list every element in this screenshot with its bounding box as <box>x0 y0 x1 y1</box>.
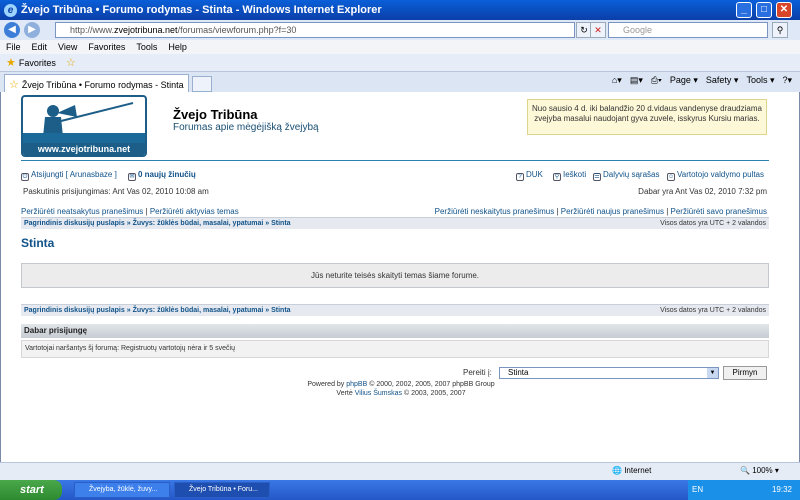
address-toolbar: ◀ ▶ http://www.zvejotribuna.net/forumas/… <box>0 20 800 40</box>
members-link[interactable]: ☰ Dalyvių sąrašas <box>593 170 659 181</box>
messages-link[interactable]: ✉ 0 naujų žinučių <box>128 170 196 181</box>
logo-wave <box>23 133 145 143</box>
favicon-icon: ☆ <box>9 79 19 91</box>
faq-link[interactable]: ? DUK <box>516 170 543 181</box>
search-input[interactable]: Google <box>608 22 768 38</box>
ucp-link[interactable]: ☺ Vartotojo valdymo pultas <box>667 170 764 181</box>
menu-edit[interactable]: Edit <box>32 42 48 52</box>
translator-link[interactable]: Vilius Šumskas <box>355 390 402 397</box>
breadcrumb-category[interactable]: Žuvys: žūklės būdai, masalai, ypatumai <box>133 220 264 227</box>
menu-file[interactable]: File <box>6 42 21 52</box>
language-indicator[interactable]: EN <box>692 485 703 494</box>
powered-by-text: Powered by phpBB © 2000, 2002, 2005, 200… <box>307 381 495 388</box>
system-tray: EN 19:32 <box>688 480 800 500</box>
status-bar: 🌐 Internet 🔍 100% ▾ <box>0 462 800 480</box>
site-title: Žvejo Tribūna <box>173 107 258 122</box>
taskbar-item-2[interactable]: Žvejo Tribūna • Foru... <box>174 482 270 498</box>
search-icon[interactable]: ⚲ <box>772 22 788 38</box>
new-tab-button[interactable] <box>192 76 212 92</box>
close-button[interactable]: ✕ <box>776 2 792 18</box>
maximize-button[interactable]: □ <box>756 2 772 18</box>
menu-view[interactable]: View <box>58 42 77 52</box>
forum-jump-select[interactable]: Stinta ▼ <box>499 367 719 379</box>
zoom-level[interactable]: 🔍 100% ▾ <box>740 466 779 475</box>
breadcrumb-forum[interactable]: Stinta <box>271 220 290 227</box>
ucp-icon: ☺ <box>667 173 675 181</box>
safety-menu[interactable]: Safety ▾ <box>706 75 739 86</box>
online-users-text: Vartotojai naršantys šį forumą: Registru… <box>21 340 769 358</box>
breadcrumb: Pagrindinis diskusijų puslapis » Žuvys: … <box>21 217 769 229</box>
breadcrumb-bottom: Pagrindinis diskusijų puslapis » Žuvys: … <box>21 304 769 316</box>
last-login-text: Paskutinis prisijungimas: Ant Vas 02, 20… <box>23 187 209 196</box>
phpbb-link[interactable]: phpBB <box>346 381 367 388</box>
menu-favorites[interactable]: Favorites <box>88 42 125 52</box>
tab-title: Žvejo Tribūna • Forumo rodymas - Stinta <box>21 80 184 90</box>
forum-title[interactable]: Stinta <box>21 236 54 250</box>
add-favorite-icon[interactable]: ☆ <box>66 56 76 69</box>
chevron-down-icon[interactable]: ▼ <box>707 368 718 378</box>
new-posts-link[interactable]: Peržiūrėti naujus pranešimus <box>561 207 664 216</box>
help-icon[interactable]: ?▾ <box>782 75 792 86</box>
left-links: Peržiūrėti neatsakytus pranešimus | Perž… <box>21 207 239 216</box>
breadcrumb-category[interactable]: Žuvys: žūklės būdai, masalai, ypatumai <box>133 307 264 314</box>
message-icon: ✉ <box>128 173 136 181</box>
tab-active[interactable]: ☆ Žvejo Tribūna • Forumo rodymas - Stinta <box>4 74 189 92</box>
minimize-button[interactable]: _ <box>736 2 752 18</box>
timezone-text: Visos datos yra UTC + 2 valandos <box>660 220 766 227</box>
unanswered-link[interactable]: Peržiūrėti neatsakytus pranešimus <box>21 207 143 216</box>
home-icon[interactable]: ⌂▾ <box>612 75 622 86</box>
security-zone[interactable]: 🌐 Internet <box>612 466 651 475</box>
active-topics-link[interactable]: Peržiūrėti aktyvias temas <box>150 207 239 216</box>
breadcrumb-home[interactable]: Pagrindinis diskusijų puslapis <box>24 220 125 227</box>
window-title-bar: e Žvejo Tribūna • Forumo rodymas - Stint… <box>0 0 800 20</box>
page-menu[interactable]: Page ▾ <box>670 75 698 86</box>
favorites-star-icon[interactable]: ★ <box>6 56 16 69</box>
logout-link[interactable]: ⏻ Atsijungti [ Arunasbaze ] <box>21 170 117 181</box>
logo-url: www.zvejotribuna.net <box>23 143 145 155</box>
taskbar-item-1[interactable]: Žvejyba, žūklė, žuvy... <box>74 482 170 498</box>
menu-bar: File Edit View Favorites Tools Help <box>0 40 800 54</box>
start-button[interactable]: start <box>0 480 62 500</box>
tools-menu[interactable]: Tools ▾ <box>746 75 774 86</box>
tab-bar: ☆ Žvejo Tribūna • Forumo rodymas - Stinta… <box>0 72 800 92</box>
notice-box: Nuo sausio 4 d. iki balandžio 20 d.vidau… <box>527 99 767 135</box>
search-link[interactable]: ⚲ Ieškoti <box>553 170 586 181</box>
right-links: Peržiūrėti neskaitytus pranešimus | Perž… <box>434 207 767 216</box>
page-content: www.zvejotribuna.net Žvejo Tribūna Forum… <box>0 92 800 462</box>
online-header: Dabar prisijungę <box>21 324 769 338</box>
members-icon: ☰ <box>593 173 601 181</box>
own-posts-link[interactable]: Peržiūrėti savo pranešimus <box>671 207 767 216</box>
site-logo[interactable]: www.zvejotribuna.net <box>21 95 147 157</box>
current-time-text: Dabar yra Ant Vas 02, 2010 7:32 pm <box>638 187 767 196</box>
breadcrumb-home[interactable]: Pagrindinis diskusijų puslapis <box>24 307 125 314</box>
breadcrumb-forum[interactable]: Stinta <box>271 307 290 314</box>
clock: 19:32 <box>771 485 792 494</box>
favorites-bar: ★ Favorites ☆ <box>0 54 800 72</box>
stop-button[interactable]: ✕ <box>590 22 606 38</box>
site-description: Forumas apie mėgėjišką žvejybą <box>173 122 319 133</box>
header-divider <box>21 160 769 161</box>
jump-label: Pereiti į: <box>463 368 492 377</box>
search-icon: ⚲ <box>553 173 561 181</box>
back-button[interactable]: ◀ <box>4 22 20 38</box>
taskbar: start Žvejyba, žūklė, žuvy... Žvejo Trib… <box>0 480 800 500</box>
jump-go-button[interactable]: Pirmyn <box>723 366 767 380</box>
translation-credit: Vertė Vilius Šumskas © 2003, 2005, 2007 <box>336 390 466 397</box>
window-title: Žvejo Tribūna • Forumo rodymas - Stinta … <box>21 4 382 16</box>
ie-logo-icon: e <box>4 3 17 17</box>
forward-button[interactable]: ▶ <box>24 22 40 38</box>
print-icon[interactable]: ⎙▾ <box>651 75 662 86</box>
permission-message: Jūs neturite teisės skaityti temas šiame… <box>21 263 769 288</box>
menu-tools[interactable]: Tools <box>136 42 157 52</box>
faq-icon: ? <box>516 173 524 181</box>
feeds-icon[interactable]: ▤▾ <box>630 75 643 86</box>
unread-link[interactable]: Peržiūrėti neskaitytus pranešimus <box>435 207 555 216</box>
timezone-text: Visos datos yra UTC + 2 valandos <box>660 307 766 314</box>
logout-icon: ⏻ <box>21 173 29 181</box>
favorites-button[interactable]: Favorites <box>19 58 56 68</box>
command-bar: ⌂▾ ▤▾ ⎙▾ Page ▾ Safety ▾ Tools ▾ ?▾ <box>612 75 792 86</box>
menu-help[interactable]: Help <box>168 42 187 52</box>
address-input[interactable]: http://www.zvejotribuna.net/forumas/view… <box>55 22 575 38</box>
